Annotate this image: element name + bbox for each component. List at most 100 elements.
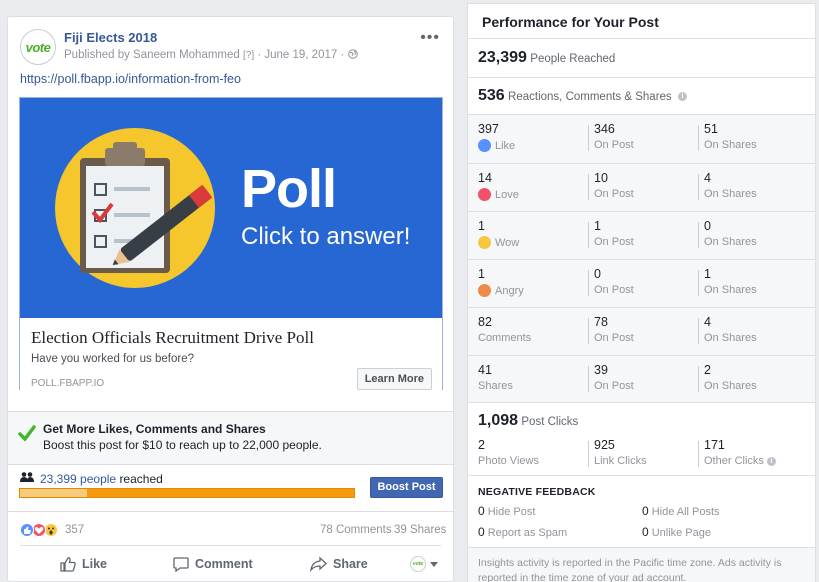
hide-post-value: 0 [478,504,485,518]
thumbs-up-icon [60,557,76,572]
love-reaction-icon[interactable] [32,523,46,537]
published-by: Published by Saneem Mohammed [64,49,240,61]
breakdown-on-post-cell: 78 On Post [594,315,694,344]
on-shares-value: 1 [704,267,711,281]
info-icon[interactable]: i [678,92,688,102]
on-shares-value: 0 [704,219,711,233]
breakdown-row: 82 Comments 78 On Post 4 On Shares [468,307,815,355]
link-clicks-cell: 925 Link Clicks [594,438,694,467]
help-mark[interactable]: [?] [243,50,254,61]
comment-label: Comment [195,557,253,571]
column-separator [588,270,589,296]
unlike-page-value: 0 [642,525,649,539]
info-icon[interactable]: i [766,456,776,466]
reactions-count[interactable]: 357 [65,524,84,536]
like-button[interactable]: Like [60,552,107,576]
reach-count-link[interactable]: 23,399 [40,472,77,486]
share-icon [310,556,327,572]
on-shares-value: 51 [704,122,718,136]
on-post-value: 1 [594,219,601,233]
insights-footnote: Insights activity is reported in the Pac… [478,557,782,582]
comment-button[interactable]: Comment [173,552,253,576]
other-clicks-label-row: Other Clicks i [704,455,804,467]
breakdown-on-post-cell: 346 On Post [594,122,694,151]
page-avatar[interactable]: vote [20,29,56,65]
hide-post-stat: 0 Hide Post [478,504,535,518]
people-reached-section: 23,399 People Reached [468,38,815,77]
on-shares-value: 4 [704,171,711,185]
on-post-value: 0 [594,267,601,281]
like-reaction-icon[interactable] [20,523,34,537]
reach-people-link[interactable]: people [80,472,116,486]
on-post-value: 346 [594,122,615,136]
on-post-value: 39 [594,363,608,377]
on-post-label: On Post [594,236,634,248]
promo-title: Get More Likes, Comments and Shares [43,422,266,436]
report-spam-label: Report as Spam [487,527,568,539]
breakdown-total-value: 397 [478,122,499,136]
reach-row: 23,399 people reached Boost Post [8,466,453,508]
caret-down-icon [430,562,438,567]
link-title[interactable]: Election Officials Recruitment Drive Pol… [31,328,314,348]
breakdown-row: 1 Wow 1 On Post 0 On Shares [468,211,815,259]
more-options-icon[interactable]: ••• [420,29,440,47]
photo-views-cell: 2 Photo Views [478,438,578,467]
breakdown-total-cell: 1 Angry [478,267,578,297]
on-post-label: On Post [594,284,634,296]
breakdown-on-post-cell: 1 On Post [594,219,694,248]
poll-image-subtitle: Click to answer! [241,223,411,250]
photo-views-label: Photo Views [478,455,539,467]
breakdown-on-shares-cell: 0 On Shares [704,219,804,248]
checkmark-icon [18,425,36,442]
column-separator [698,270,699,296]
column-separator [698,318,699,344]
post-date[interactable]: June 19, 2017 [264,49,337,61]
shares-count-link[interactable]: 39 Shares [394,524,446,536]
link-preview-image[interactable]: Poll Click to answer! [20,98,442,318]
column-separator [588,366,589,392]
link-description: Have you worked for us before? [31,353,195,365]
on-post-label: On Post [594,139,634,151]
comments-count-link[interactable]: 78 Comments [320,524,392,536]
link-preview-card[interactable]: Poll Click to answer! Election Officials… [19,97,443,390]
clipboard-checklist-icon [80,142,213,273]
on-shares-value: 4 [704,315,711,329]
avatar-logo-text: vote [25,39,51,55]
breakdown-total-cell: 14 Love [478,171,578,201]
other-clicks-label: Other Clicks [704,455,764,467]
divider [8,464,453,465]
column-separator [588,125,589,151]
globe-icon [347,49,358,59]
people-icon [20,472,34,482]
learn-more-button[interactable]: Learn More [356,368,432,390]
link-preview-body[interactable]: Election Officials Recruitment Drive Pol… [20,320,442,390]
wow-emoji-icon [478,236,491,249]
wow-reaction-icon[interactable] [44,523,58,537]
breakdown-on-shares-cell: 51 On Shares [704,122,804,151]
hide-all-posts-stat: 0 Hide All Posts [642,504,720,518]
share-button[interactable]: Share [310,552,368,576]
breakdown-on-shares-cell: 1 On Shares [704,267,804,296]
hide-post-label: Hide Post [487,506,536,518]
post-meta: Published by Saneem Mohammed [?] · June … [64,49,358,61]
column-separator [698,125,699,151]
post-link-url[interactable]: https://poll.fbapp.io/information-from-f… [20,72,241,86]
breakdown-on-post-cell: 0 On Post [594,267,694,296]
negative-feedback-title: NEGATIVE FEEDBACK [478,486,596,498]
breakdown-total-cell: 41 Shares [478,363,578,392]
hide-all-posts-value: 0 [642,504,649,518]
meta-separator: · [340,49,348,61]
on-shares-label: On Shares [704,380,757,392]
page-name-link[interactable]: Fiji Elects 2018 [64,30,157,45]
engagement-value: 536 [478,87,505,104]
column-separator [588,222,589,248]
post-as-selector[interactable]: vote [410,552,445,576]
like-label: Like [82,557,108,571]
poll-image-title: Poll [241,159,337,219]
boost-promo: Get More Likes, Comments and Shares Boos… [8,412,453,464]
boost-post-button[interactable]: Boost Post [370,477,443,498]
people-reached-label: People Reached [530,53,616,65]
column-separator [698,366,699,392]
reach-text: 23,399 people reached [40,472,163,486]
link-clicks-value: 925 [594,438,615,452]
